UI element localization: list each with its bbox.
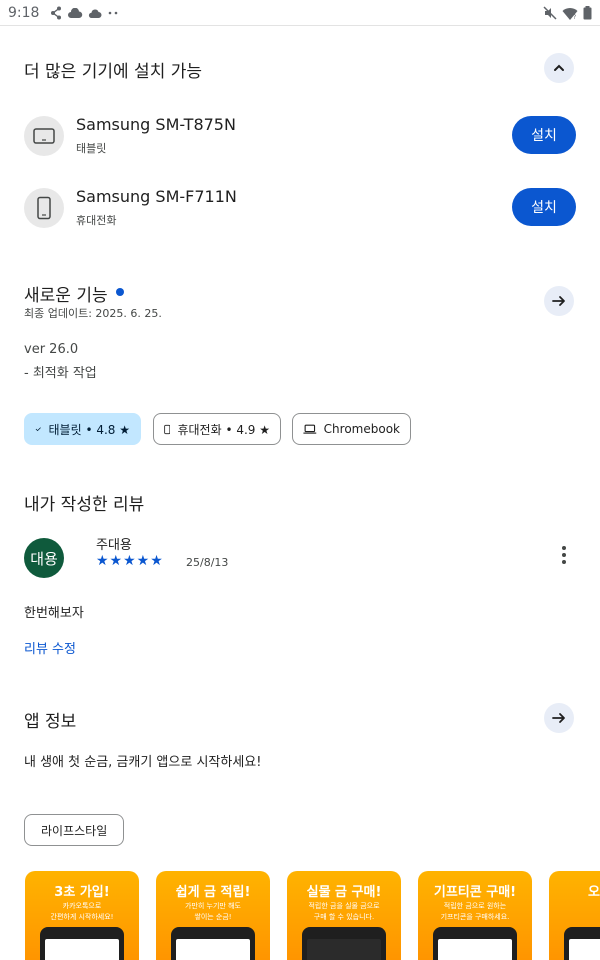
arrow-right-icon [552, 296, 565, 306]
device-type: 태블릿 [76, 142, 107, 155]
phone-icon [164, 424, 171, 434]
chip-label: Chromebook [323, 422, 400, 436]
version-text: ver 26.0 [24, 342, 79, 357]
phone-icon [37, 196, 51, 220]
more-notifications-icon [109, 11, 118, 15]
device-icon-bg [24, 188, 64, 228]
status-divider [0, 25, 600, 26]
cloud-status-icon [68, 8, 83, 18]
devices-section-title: 더 많은 기기에 설치 가능 [24, 62, 203, 82]
screenshot-subtitle: 매일 [549, 901, 600, 912]
whats-new-title[interactable]: 새로운 기능 [24, 281, 108, 306]
status-left: 9:18 [8, 5, 119, 21]
chevron-up-icon [554, 64, 564, 71]
device-name: Samsung SM-F711N [76, 187, 237, 206]
screenshot-phone-mockup [40, 927, 124, 960]
screenshot-title: 3초 가입! [54, 885, 110, 900]
screenshot-title: 실물 금 구매! [306, 885, 382, 900]
chip-phone-rating[interactable]: 휴대전화 • 4.9 ★ [153, 413, 281, 445]
screenshot-subtitle: 가만히 누기만 해도 쌓이는 순금! [185, 902, 241, 921]
mute-icon [543, 6, 557, 20]
screenshot-phone-mockup [564, 927, 600, 960]
arrow-right-icon [552, 713, 565, 723]
status-time: 9:18 [8, 5, 40, 21]
screenshot-subtitle: 적립한 금을 실물 금으로 구매 할 수 있습니다. [308, 902, 380, 921]
screenshot-subtitle: 적립한 금으로 원하는 기프티콘을 구매하세요. [440, 902, 510, 921]
screenshot-3[interactable]: 실물 금 구매! 적립한 금을 실물 금으로 구매 할 수 있습니다. [287, 871, 401, 960]
avatar: 대용 [24, 538, 64, 578]
screenshot-4[interactable]: 기프티콘 구매! 적립한 금으로 원하는 기프티콘을 구매하세요. [418, 871, 532, 960]
screenshot-1[interactable]: 3초 가입! 카카오톡으로 간편하게 시작하세요! [25, 871, 139, 960]
screenshot-phone-mockup [433, 927, 517, 960]
device-row-phone: Samsung SM-F711N 휴대전화 설치 [24, 185, 576, 231]
device-type: 휴대전화 [76, 214, 117, 227]
my-review-title: 내가 작성한 리뷰 [24, 495, 145, 515]
screenshot-title: 오늘의 [588, 885, 600, 900]
collapse-devices-button[interactable] [544, 53, 574, 83]
screenshot-subtitle: 카카오톡으로 간편하게 시작하세요! [50, 902, 114, 921]
app-info-title[interactable]: 앱 정보 [24, 707, 76, 732]
last-updated-text: 최종 업데이트: 2025. 6. 25. [24, 307, 162, 320]
screenshot-phone-mockup [171, 927, 255, 960]
star-rating: ★★★★★ [96, 553, 164, 569]
laptop-icon [303, 424, 317, 434]
edit-review-link[interactable]: 리뷰 수정 [24, 638, 76, 657]
device-icon-bg [24, 116, 64, 156]
wifi-icon: ? [562, 7, 578, 20]
review-date: 25/8/13 [186, 556, 229, 569]
screenshot-title: 기프티콘 구매! [433, 885, 517, 900]
app-description: 내 생애 첫 순금, 금캐기 앱으로 시작하세요! [24, 755, 262, 770]
screenshot-title: 쉽게 금 적립! [175, 885, 251, 900]
battery-icon [583, 6, 592, 20]
share-status-icon [51, 6, 62, 20]
svg-text:?: ? [573, 14, 576, 20]
app-info-arrow-button[interactable] [544, 703, 574, 733]
category-chip[interactable]: 라이프스타일 [24, 814, 125, 846]
release-note-text: - 최적화 작업 [24, 366, 97, 381]
chip-tablet-rating[interactable]: 태블릿 • 4.8 ★ [24, 413, 141, 445]
reviewer-name: 주대용 [96, 538, 132, 553]
device-row-tablet: Samsung SM-T875N 태블릿 설치 [24, 113, 576, 159]
install-button-tablet[interactable]: 설치 [512, 116, 576, 154]
screenshot-phone-mockup [302, 927, 386, 960]
screenshot-5[interactable]: 오늘의 매일 [549, 871, 600, 960]
check-icon [35, 427, 41, 432]
status-right: ? [543, 6, 592, 20]
new-indicator-dot [116, 288, 124, 296]
review-text: 한번해보자 [24, 606, 84, 621]
whats-new-arrow-button[interactable] [544, 286, 574, 316]
chip-label: 휴대전화 • 4.9 ★ [177, 422, 270, 437]
install-button-phone[interactable]: 설치 [512, 188, 576, 226]
status-bar: 9:18 ? [0, 0, 600, 26]
screenshot-2[interactable]: 쉽게 금 적립! 가만히 누기만 해도 쌓이는 순금! [156, 871, 270, 960]
chip-chromebook[interactable]: Chromebook [292, 413, 411, 445]
cloud-status-icon-2 [89, 9, 102, 18]
device-name: Samsung SM-T875N [76, 115, 236, 134]
chip-label: 태블릿 • 4.8 ★ [48, 422, 130, 437]
more-vert-icon[interactable] [555, 544, 573, 566]
tablet-icon [33, 128, 55, 144]
